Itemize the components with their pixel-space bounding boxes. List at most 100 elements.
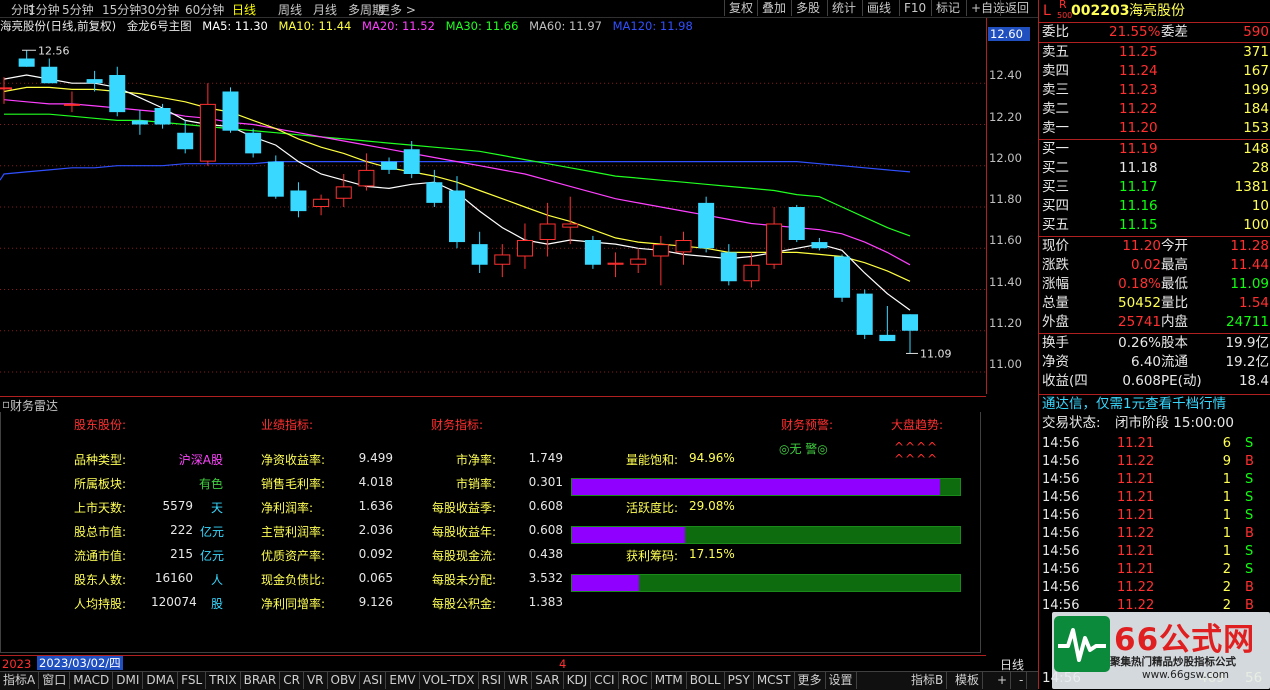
finance-value: 1.749 — [528, 451, 563, 465]
toolbar-button[interactable]: 复权 — [724, 0, 757, 16]
period-tab[interactable]: 5分钟 — [62, 1, 94, 18]
bid-price: 11.17 — [1119, 179, 1158, 195]
period-tab[interactable]: 15分钟 — [102, 1, 141, 18]
ask-price: 11.23 — [1119, 82, 1158, 98]
tick-time: 14:56 — [1042, 580, 1080, 595]
indicator-tab[interactable]: PSY — [725, 672, 754, 689]
section-trend: 大盘趋势: — [891, 418, 944, 432]
window-icon: ▫ — [2, 397, 11, 411]
indicator-tab[interactable]: MCST — [754, 672, 795, 689]
ma30-label: MA30: 11.66 — [445, 19, 519, 33]
performance-label: 销售毛利率: — [261, 477, 326, 491]
promo-text[interactable]: 通达信，仅需1元查看千档行情 — [1042, 395, 1226, 414]
tick-volume: 1 — [1222, 544, 1231, 559]
tick-price: 11.21 — [1117, 436, 1155, 451]
price-tick: 11.00 — [989, 357, 1022, 371]
indicator-tab[interactable]: 更多 — [795, 672, 826, 689]
indicator-tabs: 指标A 窗口 MACD DMI DMA FSL TRIX BRAR CR VR OBV ASI EMV V… — [0, 658, 1038, 690]
meter-label: 量能饱和: — [626, 453, 679, 467]
indicator-tab[interactable]: 设置 — [826, 672, 857, 689]
toolbar-button[interactable]: 叠加 — [757, 0, 790, 16]
indicator-tab[interactable]: CCI — [591, 672, 619, 689]
period-tab[interactable]: 30分钟 — [140, 1, 179, 18]
chart-title: 海亮股份(日线,前复权) — [0, 19, 117, 33]
indicator-b-tab[interactable]: 指标B — [908, 672, 948, 689]
indicator-tab[interactable]: VR — [304, 672, 328, 689]
tick-row: 14:56 11.22 9 B — [1039, 453, 1270, 471]
indicator-tab[interactable]: MACD — [70, 672, 114, 689]
toolbar-button[interactable]: 标记 — [931, 0, 964, 16]
weibi-label: 委比 — [1042, 24, 1069, 40]
promo-banner[interactable]: 通达信，仅需1元查看千档行情 — [1039, 395, 1270, 414]
template-tab[interactable]: 模板 — [952, 672, 984, 689]
indicator-tab[interactable]: RSI — [479, 672, 506, 689]
indicator-name[interactable]: 金龙6号主图 — [127, 19, 192, 33]
price-tick: 12.20 — [989, 109, 1022, 124]
ma10-label: MA10: 11.44 — [278, 19, 352, 33]
indicator-tab[interactable]: 窗口 — [39, 672, 71, 689]
toolbar-button[interactable]: 返回 — [1000, 0, 1033, 16]
fundamental-value: 19.2亿 — [1225, 354, 1269, 370]
period-tab[interactable]: 更多 > — [378, 1, 416, 18]
indicator-tab[interactable]: DMI — [113, 672, 144, 689]
fundamental-value: 0.26% — [1118, 335, 1161, 351]
candle — [902, 314, 918, 354]
indicator-tab[interactable]: BOLL — [687, 672, 725, 689]
fundamental-label: 股本 — [1161, 335, 1188, 351]
indicator-tab[interactable]: VOL-TDX — [420, 672, 479, 689]
ma60-label: MA60: 11.97 — [529, 19, 602, 33]
fundamental-row: 净资 6.40 流通 19.2亿 — [1039, 353, 1270, 372]
indicator-tab[interactable]: EMV — [386, 672, 420, 689]
indicator-tab[interactable]: ROC — [619, 672, 652, 689]
period-tab[interactable]: 60分钟 — [185, 1, 224, 18]
indicator-tab[interactable]: WR — [505, 672, 533, 689]
indicator-tab[interactable]: KDJ — [564, 672, 592, 689]
bid-label: 买四 — [1042, 198, 1069, 214]
holder-unit: 人 — [211, 573, 224, 587]
toolbar-button[interactable]: F10 — [899, 0, 930, 16]
toolbar-button[interactable]: 统计 — [827, 0, 860, 16]
candle — [675, 231, 692, 265]
holder-unit: 亿元 — [200, 525, 225, 539]
bid-row: 买四 11.16 10 — [1039, 197, 1270, 216]
indicator-tab[interactable]: DMA — [143, 672, 179, 689]
kline-chart[interactable]: 12.56 11.09 — [0, 34, 986, 392]
ask-price: 11.20 — [1119, 120, 1158, 136]
stat-value: 25741 — [1118, 314, 1161, 330]
stat-label: 外盘 — [1042, 314, 1069, 330]
indicator-tab[interactable]: MTM — [652, 672, 687, 689]
bid-price: 11.19 — [1119, 141, 1158, 157]
tick-time: 14:56 — [1042, 454, 1080, 469]
period-tab[interactable]: 1分钟 — [28, 1, 60, 18]
toolbar-button[interactable]: 多股 — [791, 0, 824, 16]
bid-label: 买三 — [1042, 179, 1069, 195]
indicator-tab[interactable]: OBV — [328, 672, 361, 689]
indicator-tab[interactable]: TRIX — [206, 672, 241, 689]
stat-row: 现价 11.20 今开 11.28 — [1039, 237, 1270, 256]
period-tab[interactable]: 月线 — [313, 1, 337, 18]
holder-value: 沪深A股 — [178, 453, 223, 467]
price-tick: 11.20 — [989, 315, 1022, 330]
period-tab[interactable]: 周线 — [278, 1, 302, 18]
indicator-tab[interactable]: ASI — [360, 672, 387, 689]
indicator-tab[interactable]: FSL — [178, 672, 207, 689]
weicha-value: 590 — [1243, 24, 1269, 40]
month-marker: 4 — [559, 657, 567, 671]
tick-volume: 1 — [1222, 526, 1231, 541]
tick-side: S — [1245, 490, 1254, 505]
finance-value: 0.608 — [528, 523, 563, 537]
performance-value: 1.636 — [358, 499, 393, 513]
indicator-tab[interactable]: SAR — [532, 672, 564, 689]
toolbar-button[interactable]: 画线 — [862, 0, 895, 16]
tick-row: 14:56 11.21 1 S — [1039, 471, 1270, 489]
zoom-in-button[interactable]: + — [994, 672, 1012, 689]
bid-row: 买三 11.17 1381 — [1039, 178, 1270, 197]
tick-row: 14:56 11.21 1 S — [1039, 543, 1270, 561]
period-tab[interactable]: 日线 — [232, 1, 256, 18]
zoom-out-button[interactable]: - — [1016, 672, 1028, 689]
bid-row: 买二 11.18 28 — [1039, 159, 1270, 178]
indicator-tab[interactable]: BRAR — [241, 672, 281, 689]
indicator-tab[interactable]: 指标A — [0, 672, 40, 689]
bid-volume: 10 — [1251, 198, 1269, 214]
indicator-tab[interactable]: CR — [280, 672, 304, 689]
